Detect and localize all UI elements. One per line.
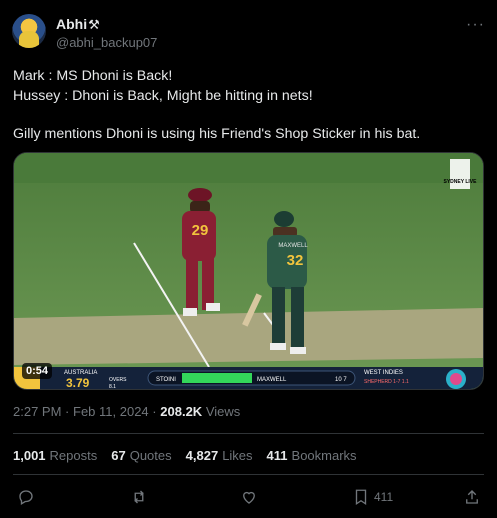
- svg-text:8.1: 8.1: [109, 384, 116, 390]
- tweet-date[interactable]: Feb 11, 2024: [73, 404, 149, 419]
- svg-text:32: 32: [287, 252, 304, 269]
- tweet-text: Mark : MS Dhoni is Back! Hussey : Dhoni …: [13, 66, 483, 144]
- heart-icon: [243, 491, 255, 504]
- display-name[interactable]: Abhi: [56, 16, 87, 32]
- tweet-time[interactable]: 2:27 PM: [13, 404, 61, 419]
- meta-separator: ·: [65, 404, 70, 419]
- bookmark-icon: [355, 489, 367, 506]
- svg-text:SYDNEY LIVE: SYDNEY LIVE: [444, 179, 478, 185]
- reply-icon: [19, 490, 33, 505]
- meta-separator: ·: [152, 404, 157, 419]
- likes-stat[interactable]: 4,827 Likes: [186, 448, 253, 463]
- action-bar: 411: [13, 486, 484, 510]
- like-button[interactable]: [240, 486, 258, 508]
- repost-button[interactable]: [130, 486, 148, 508]
- quotes-stat[interactable]: 67 Quotes: [111, 448, 171, 463]
- bookmark-button[interactable]: 411: [352, 486, 393, 508]
- svg-text:STOINI: STOINI: [156, 377, 176, 383]
- tweet-line: Mark : MS Dhoni is Back!: [13, 68, 173, 84]
- share-button[interactable]: [463, 486, 481, 508]
- views-label: Views: [205, 404, 241, 419]
- share-icon: [466, 490, 478, 504]
- scoreboard: AUSTRALIA 3.79 OVERS 8.1 STOINI MAXWELL …: [14, 367, 483, 390]
- video-frame: 29 MAXWELL 32 SYDNEY LIVE AUSTRALIA 3.79…: [14, 153, 483, 390]
- bookmark-count: 411: [374, 490, 394, 504]
- svg-text:10 7: 10 7: [335, 377, 347, 383]
- svg-text:WEST INDIES: WEST INDIES: [364, 370, 403, 376]
- views-count: 208.2K: [160, 404, 203, 419]
- video-player[interactable]: 29 MAXWELL 32 SYDNEY LIVE AUSTRALIA 3.79…: [13, 152, 484, 390]
- svg-text:MAXWELL: MAXWELL: [257, 377, 287, 383]
- reposts-stat[interactable]: 1,001 Reposts: [13, 448, 97, 463]
- tweet-line: Gilly mentions Dhoni is using his Friend…: [13, 126, 421, 142]
- hammer-pick-icon: ⚒: [88, 17, 100, 32]
- avatar[interactable]: [12, 14, 46, 48]
- more-options-icon[interactable]: ···: [466, 16, 485, 34]
- engagement-stats: 1,001 Reposts 67 Quotes 4,827 Likes 411 Book…: [13, 448, 357, 463]
- bookmarks-stat[interactable]: 411 Bookmarks: [267, 448, 357, 463]
- divider: [13, 474, 484, 475]
- svg-text:29: 29: [192, 222, 209, 239]
- svg-text:OVERS: OVERS: [109, 377, 127, 383]
- tweet-header: Abhi⚒ @abhi_backup07 ···: [12, 14, 485, 54]
- author-name-row[interactable]: Abhi⚒: [56, 16, 100, 33]
- tweet-meta: 2:27 PM · Feb 11, 2024 · 208.2K Views: [13, 404, 240, 419]
- reply-button[interactable]: [17, 486, 35, 508]
- tweet-line: Hussey : Dhoni is Back, Might be hitting…: [13, 88, 313, 104]
- repost-icon: [134, 490, 144, 504]
- svg-text:3.79: 3.79: [66, 376, 90, 390]
- svg-text:MAXWELL: MAXWELL: [278, 243, 308, 249]
- svg-text:SHEPHERD 1-7 1.1: SHEPHERD 1-7 1.1: [364, 379, 409, 385]
- author-handle[interactable]: @abhi_backup07: [56, 35, 157, 50]
- divider: [13, 433, 484, 434]
- video-duration: 0:54: [22, 363, 53, 379]
